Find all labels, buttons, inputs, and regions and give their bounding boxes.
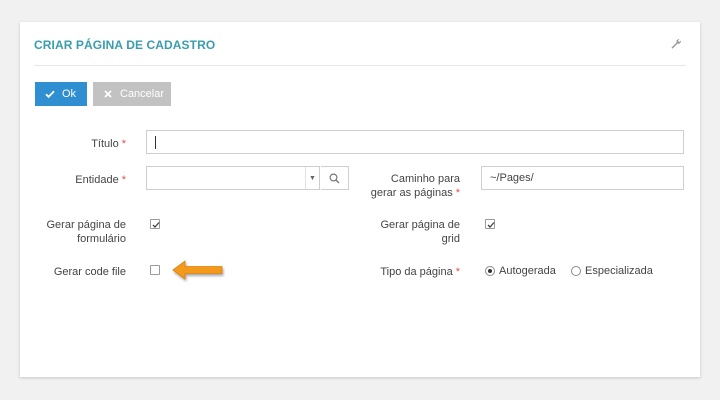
radio-selected-dot — [488, 269, 492, 273]
required-marker: * — [455, 266, 460, 278]
entidade-label: Entidade * — [40, 173, 126, 187]
wrench-icon[interactable] — [670, 38, 682, 50]
gerar-grid-label: Gerar página de grid — [354, 218, 461, 246]
radio-especializada-label[interactable]: Especializada — [585, 265, 653, 277]
panel-header: CRIAR PÁGINA DE CADASTRO — [34, 22, 686, 66]
radio-especializada[interactable] — [571, 266, 581, 276]
entidade-label-text: Entidade — [75, 174, 119, 186]
chevron-down-icon[interactable]: ▼ — [305, 167, 319, 189]
caminho-label-line1: Caminho para — [390, 173, 460, 185]
titulo-label: Título * — [40, 137, 126, 151]
search-icon — [329, 172, 340, 183]
cancel-button-label: Cancelar — [120, 88, 165, 100]
entidade-select[interactable]: ▼ — [146, 166, 349, 190]
arrow-pointer-icon — [172, 260, 223, 280]
gerar-formulario-label-line1: Gerar página de — [46, 219, 127, 231]
caminho-label: Caminho para gerar as páginas * — [354, 172, 460, 200]
gerar-formulario-label: Gerar página de formulário — [40, 218, 127, 246]
caminho-label-line2: gerar as páginas — [370, 187, 453, 199]
tipo-pagina-label-text: Tipo da página — [380, 266, 453, 278]
page-title: CRIAR PÁGINA DE CADASTRO — [34, 38, 216, 52]
check-icon — [487, 222, 495, 228]
gerar-code-file-checkbox[interactable] — [150, 265, 160, 275]
check-icon — [152, 222, 160, 228]
text-cursor — [155, 136, 156, 149]
radio-autogerada[interactable] — [485, 266, 495, 276]
entidade-search-button[interactable] — [321, 166, 349, 190]
check-icon — [45, 90, 55, 99]
caminho-input[interactable] — [481, 166, 684, 190]
gerar-formulario-label-line2: formulário — [77, 233, 126, 245]
tipo-pagina-label: Tipo da página * — [354, 265, 460, 279]
gerar-formulario-checkbox[interactable] — [150, 219, 160, 229]
titulo-input[interactable] — [146, 130, 684, 154]
ok-button-label: Ok — [62, 88, 77, 100]
titulo-label-text: Título — [91, 138, 119, 150]
create-page-panel: CRIAR PÁGINA DE CADASTRO Ok Cancelar Tít… — [20, 22, 700, 377]
gerar-grid-label-line2: grid — [441, 233, 460, 245]
gerar-code-file-label: Gerar code file — [53, 266, 126, 278]
radio-autogerada-label[interactable]: Autogerada — [499, 265, 556, 277]
gerar-grid-label-line1: Gerar página de — [380, 219, 461, 231]
required-marker: * — [455, 187, 460, 199]
gerar-grid-checkbox[interactable] — [485, 219, 495, 229]
required-marker: * — [121, 138, 126, 150]
close-icon — [104, 90, 112, 98]
required-marker: * — [121, 174, 126, 186]
cancel-button[interactable]: Cancelar — [93, 82, 171, 106]
ok-button[interactable]: Ok — [35, 82, 87, 106]
